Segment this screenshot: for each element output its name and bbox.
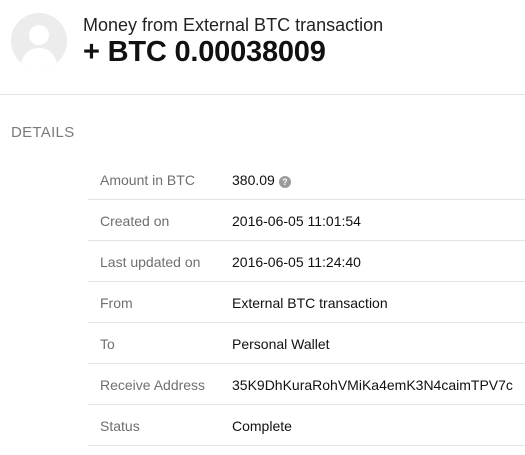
detail-value: 2016-06-05 11:24:40	[232, 254, 361, 270]
detail-value: 2016-06-05 11:01:54	[232, 213, 361, 229]
detail-label: To	[100, 336, 115, 352]
detail-value: 380.09?	[232, 172, 291, 188]
detail-value: External BTC transaction	[232, 295, 388, 311]
detail-label: Status	[100, 418, 140, 434]
detail-row-created-on: Created on 2016-06-05 11:01:54	[88, 200, 525, 241]
detail-row-from: From External BTC transaction	[88, 282, 525, 323]
transaction-header: Money from External BTC transaction + BT…	[0, 0, 525, 95]
detail-row-amount-in-btc: Amount in BTC 380.09?	[88, 159, 525, 200]
transaction-amount: + BTC 0.00038009	[83, 36, 326, 68]
detail-row-receive-address: Receive Address 35K9DhKuraRohVMiKa4emK3N…	[88, 364, 525, 405]
detail-row-status: Status Complete	[88, 405, 525, 446]
status-value: Complete	[232, 418, 292, 434]
detail-label: Last updated on	[100, 254, 201, 270]
detail-value: Personal Wallet	[232, 336, 330, 352]
avatar	[11, 13, 67, 69]
user-silhouette-icon	[11, 13, 67, 69]
detail-label: Receive Address	[100, 377, 206, 393]
detail-row-to: To Personal Wallet	[88, 323, 525, 364]
detail-label: Created on	[100, 213, 170, 229]
transaction-title: Money from External BTC transaction	[83, 15, 384, 35]
question-circle-icon[interactable]: ?	[278, 176, 291, 188]
details-list: Amount in BTC 380.09? Created on 2016-06…	[88, 159, 525, 446]
receive-address-value[interactable]: 35K9DhKuraRohVMiKa4emK3N4caimTPV7c	[232, 377, 513, 393]
detail-label: Amount in BTC	[100, 172, 195, 188]
detail-label: From	[100, 295, 133, 311]
detail-row-last-updated-on: Last updated on 2016-06-05 11:24:40	[88, 241, 525, 282]
amount-in-btc-value: 380.09	[232, 172, 275, 188]
details-heading: DETAILS	[11, 124, 75, 141]
